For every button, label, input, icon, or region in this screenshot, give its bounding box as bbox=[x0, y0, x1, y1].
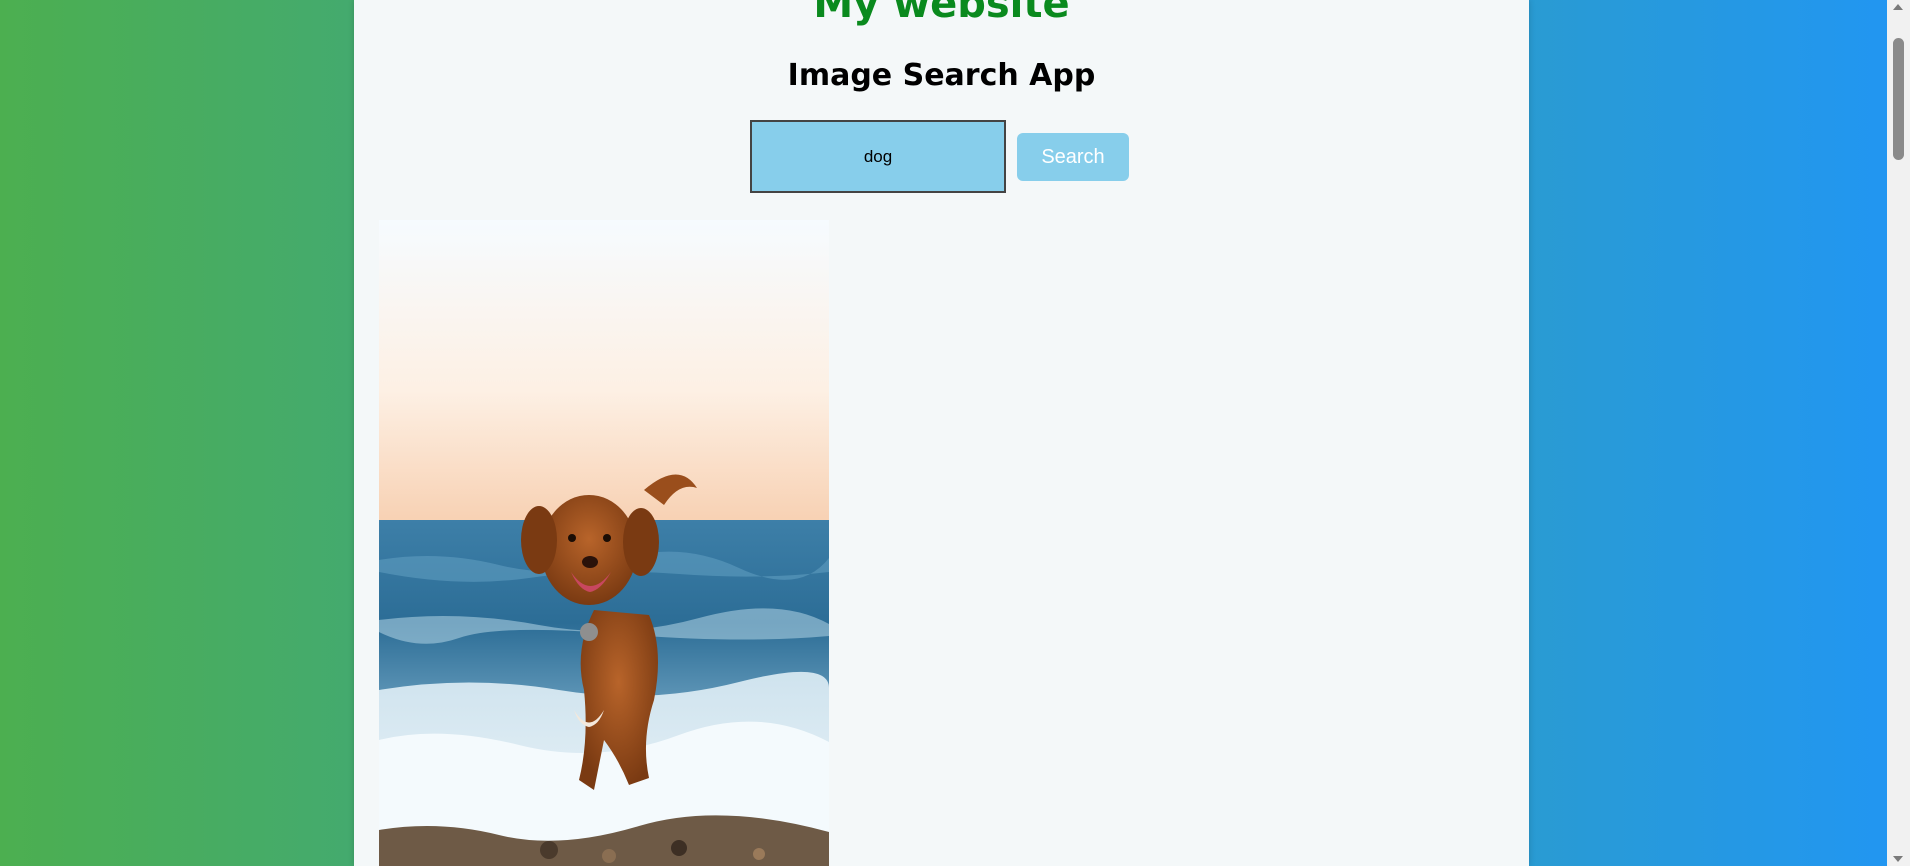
scroll-down-arrow-icon[interactable] bbox=[1893, 856, 1903, 862]
scroll-up-arrow-icon[interactable] bbox=[1893, 4, 1903, 10]
search-button[interactable]: Search bbox=[1017, 133, 1129, 181]
site-title: My website bbox=[813, 0, 1070, 27]
page-scrollbar[interactable] bbox=[1887, 0, 1910, 866]
page-container: My website Image Search App Search bbox=[354, 0, 1529, 866]
search-result-image[interactable] bbox=[379, 220, 829, 866]
app-title: Image Search App bbox=[787, 58, 1096, 93]
dog-on-beach-photo bbox=[379, 220, 829, 866]
search-input[interactable] bbox=[750, 120, 1006, 193]
scrollbar-thumb[interactable] bbox=[1893, 38, 1904, 160]
